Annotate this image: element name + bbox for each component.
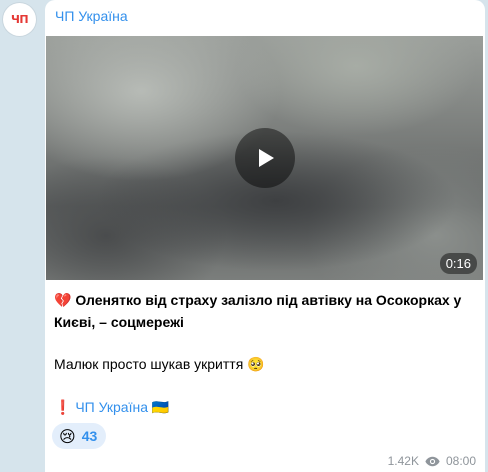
play-icon — [259, 149, 274, 167]
post-text: 💔 Оленятко від страху залізло під автівк… — [54, 290, 474, 419]
post-headline: 💔 Оленятко від страху залізло під автівк… — [54, 290, 474, 333]
pleading-face-icon: 🥺 — [247, 357, 265, 373]
video-duration: 0:16 — [439, 253, 477, 274]
channel-link-line: ❗ ЧП Україна 🇺🇦 — [54, 397, 474, 419]
message-bubble: ЧП Україна 0:16 💔 Оленятко від страху за… — [45, 0, 485, 472]
broken-heart-icon: 💔 — [54, 293, 72, 309]
play-button[interactable] — [235, 128, 295, 188]
channel-avatar[interactable]: ЧП — [3, 3, 36, 36]
ukraine-flag-icon: 🇺🇦 — [151, 400, 170, 416]
post-body: Малюк просто шукав укриття 🥺 — [54, 354, 474, 376]
crying-face-icon: 😢 — [59, 426, 76, 446]
channel-name[interactable]: ЧП Україна — [55, 8, 128, 24]
reaction-button[interactable]: 😢 43 — [52, 423, 107, 449]
message-meta: 1.42K 08:00 — [388, 454, 476, 468]
message-time: 08:00 — [445, 454, 476, 468]
chat-view: ЧП ЧП Україна 0:16 💔 Оленятко від страху… — [0, 0, 488, 472]
reaction-count: 43 — [81, 428, 98, 444]
exclamation-icon: ❗ — [54, 400, 72, 416]
video-preview[interactable]: 0:16 — [46, 36, 483, 280]
headline-text: Оленятко від страху залізло під автівку … — [54, 292, 462, 330]
view-count: 1.42K — [387, 454, 419, 468]
channel-link[interactable]: ЧП Україна — [75, 399, 148, 415]
body-text: Малюк просто шукав укриття — [54, 356, 244, 372]
eye-icon — [425, 456, 440, 466]
channel-logo: ЧП — [10, 13, 29, 26]
